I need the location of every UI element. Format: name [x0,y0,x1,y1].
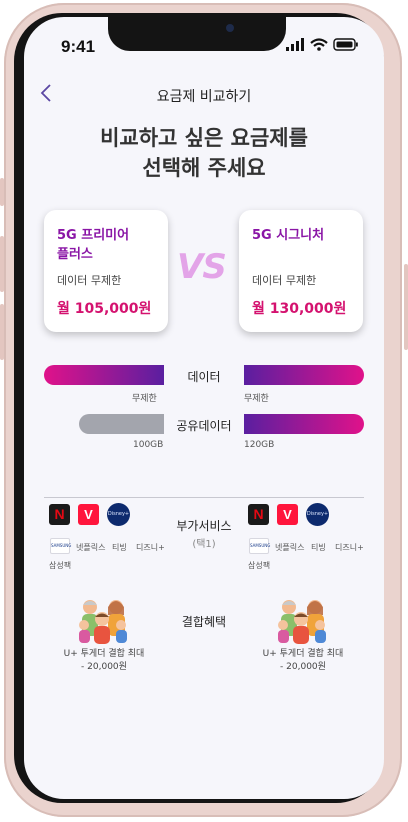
shared-bar-right [244,414,364,434]
addon-label: 부가서비스 [176,519,232,533]
combo-benefit-line1: U+ 투게더 결합 최대 [63,649,145,659]
combo-benefit-line2: - 20,000원 [280,662,326,672]
signal-wifi-battery-icon [286,38,358,51]
addon-label-samsung: 삼성팩 [248,561,271,570]
addon-label-disney: 디즈니+ [335,543,364,552]
samsung-icon: SAMSUNG [249,538,270,554]
plan-data-label: 데이터 무제한 [57,274,122,287]
plan-data-label: 데이터 무제한 [252,274,317,287]
data-bar-left [44,365,164,385]
power-button [404,264,408,350]
shared-value-right: 120GB [244,440,275,450]
plan-price: 월 105,000원 [57,301,152,317]
addon-label-disney: 디즈니+ [136,543,165,552]
combo-benefit-left: U+ 투게더 결합 최대 - 20,000원 [34,648,174,674]
disney-plus-icon: Disney+ [306,503,329,526]
section-divider [44,497,364,498]
shared-bar-left [79,414,164,434]
camera-icon [226,24,234,32]
addon-label-tving: 티빙 [112,543,127,552]
addon-label-tving: 티빙 [311,543,326,552]
data-label: 데이터 [187,370,221,384]
netflix-icon: N [49,504,70,525]
status-icons [286,37,358,57]
plan-name: 5G 프리미어 플러스 [57,226,129,264]
headline-line1: 비교하고 싶은 요금제를 [100,126,308,150]
plan-name-line2: 플러스 [57,247,93,262]
plan-price: 월 130,000원 [252,301,347,317]
combo-benefit-right: U+ 투게더 결합 최대 - 20,000원 [233,648,373,674]
notch [108,17,286,51]
family-icon [79,600,127,644]
plan-name-line1: 5G 프리미어 [57,228,130,243]
tving-icon: V [78,504,99,525]
volume-down-button [0,304,4,360]
vs-label: VS [177,247,227,287]
volume-up-button [0,236,4,292]
silent-switch [0,178,4,206]
plan-name: 5G 시그니처 [252,226,324,245]
data-value-left: 무제한 [132,394,157,404]
netflix-icon: N [248,504,269,525]
plan-card-right[interactable]: 5G 시그니처 데이터 무제한 월 130,000원 [239,210,363,332]
screen: 9:41 요금제 비교하기 비교하고 싶은 요금제를 선택해 주세요 5G 프리… [24,17,384,799]
combo-benefit-line2: - 20,000원 [81,662,127,672]
shared-data-label: 공유데이터 [176,419,232,433]
combo-label: 결합혜택 [181,615,227,629]
plan-name-line1: 5G 시그니처 [252,228,325,243]
family-icon [278,600,326,644]
status-time: 9:41 [61,37,96,56]
addon-label-samsung: 삼성팩 [49,561,72,570]
tving-icon: V [277,504,298,525]
addon-label-netflix: 넷플릭스 [275,543,305,552]
plan-card-left[interactable]: 5G 프리미어 플러스 데이터 무제한 월 105,000원 [44,210,168,332]
addon-sub-label: (택1) [192,539,216,550]
combo-benefit-line1: U+ 투게더 결합 최대 [262,649,344,659]
data-value-right: 무제한 [244,394,269,404]
samsung-icon: SAMSUNG [50,538,71,554]
data-bar-right [244,365,364,385]
headline-line2: 선택해 주세요 [142,156,266,180]
shared-value-left: 100GB [133,440,164,450]
addon-label-netflix: 넷플릭스 [76,543,106,552]
page-title: 요금제 비교하기 [156,89,252,105]
disney-plus-icon: Disney+ [107,503,130,526]
headline: 비교하고 싶은 요금제를 선택해 주세요 [24,123,384,183]
